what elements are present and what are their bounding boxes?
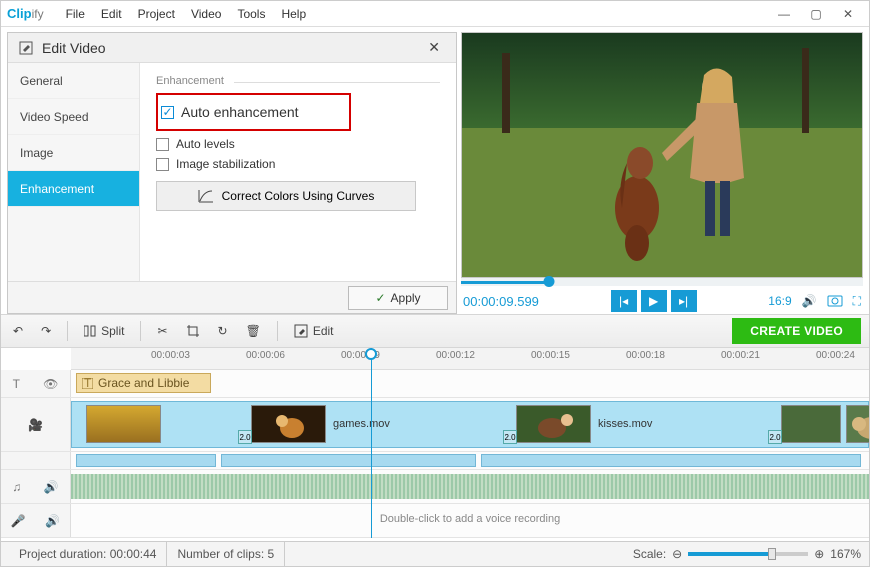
panel-close[interactable]: ✕ — [422, 37, 446, 58]
timeline-toolbar: ↶ ↷ Split ✂ ↻ 🗑 Edit CREATE VIDEO — [1, 314, 869, 348]
auto-enhancement-checkbox[interactable]: ✓ Auto enhancement — [161, 104, 299, 120]
window-maximize[interactable]: ▢ — [801, 4, 831, 24]
title-track: T 👁 T Grace and Libbie — [1, 370, 869, 398]
highlight-box: ✓ Auto enhancement — [156, 93, 351, 131]
menu-tools[interactable]: Tools — [229, 3, 273, 25]
aspect-ratio[interactable]: 16:9 — [768, 294, 791, 308]
clip-thumb[interactable] — [86, 405, 161, 443]
transition-segment[interactable] — [481, 454, 861, 467]
menu-video[interactable]: Video — [183, 3, 229, 25]
split-button[interactable]: Split — [80, 321, 128, 341]
rotate-button[interactable]: ↻ — [214, 321, 232, 341]
preview-seek-bar[interactable] — [461, 278, 863, 286]
correct-colors-button[interactable]: Correct Colors Using Curves — [156, 181, 416, 211]
voice-hint[interactable]: Double-click to add a voice recording — [71, 513, 869, 525]
enhancement-form: Enhancement ✓ Auto enhancement Auto leve… — [140, 63, 456, 281]
next-button[interactable]: ▸| — [671, 290, 697, 312]
snapshot-icon[interactable] — [827, 293, 843, 310]
menu-help[interactable]: Help — [273, 3, 314, 25]
timecode: 00:00:09.599 — [463, 294, 539, 309]
preview-pane: 00:00:09.599 |◂ ▶ ▸| 16:9 🔊 ⛶ — [461, 32, 863, 314]
video-track: 🎥 2.0 games.mov 2.0 kisses.mov 2.0 — [1, 398, 869, 452]
tab-video-speed[interactable]: Video Speed — [8, 99, 139, 135]
status-bar: Project duration: 00:00:44 Number of cli… — [1, 541, 869, 566]
menu-project[interactable]: Project — [130, 3, 183, 25]
tab-enhancement[interactable]: Enhancement — [8, 171, 139, 207]
visibility-icon[interactable]: 👁 — [43, 377, 58, 391]
clip-label: games.mov — [333, 418, 390, 430]
preview-video[interactable] — [461, 32, 863, 278]
playhead[interactable] — [371, 348, 372, 538]
time-ruler[interactable]: 00:00:03 00:00:06 00:00:09 00:00:12 00:0… — [71, 348, 869, 370]
zoom-out-button[interactable]: ⊖ — [672, 547, 682, 561]
cut-button[interactable]: ✂ — [153, 321, 171, 341]
tab-image[interactable]: Image — [8, 135, 139, 171]
zoom-value: 167% — [830, 547, 861, 561]
text-track-icon: T — [13, 377, 20, 391]
volume-icon[interactable]: 🔊 — [802, 294, 817, 308]
section-label: Enhancement — [156, 75, 440, 87]
app-logo: Clipify — [7, 6, 44, 21]
svg-text:T: T — [84, 378, 92, 389]
crop-button[interactable] — [182, 321, 204, 341]
video-strip[interactable] — [71, 401, 869, 448]
curves-icon — [198, 189, 214, 203]
delete-button[interactable]: 🗑 — [242, 321, 265, 341]
window-close[interactable]: ✕ — [833, 4, 863, 24]
clip-thumb[interactable]: 2.0 — [251, 405, 326, 443]
audio-waveform[interactable] — [71, 474, 869, 499]
mute-icon[interactable]: 🔊 — [44, 480, 59, 494]
zoom-slider[interactable] — [688, 552, 808, 556]
clip-label: kisses.mov — [598, 418, 652, 430]
title-icon: T — [82, 378, 93, 389]
voice-track: 🎤 🔊 Double-click to add a voice recording — [1, 504, 869, 538]
edit-video-panel: Edit Video ✕ General Video Speed Image E… — [7, 32, 457, 314]
menu-file[interactable]: File — [58, 3, 93, 25]
edit-panel-icon — [18, 40, 34, 56]
auto-levels-checkbox[interactable]: Auto levels — [156, 137, 440, 151]
zoom-in-button[interactable]: ⊕ — [814, 547, 824, 561]
transition-track — [1, 452, 869, 470]
project-duration: Project duration: 00:00:44 — [9, 542, 167, 566]
menu-edit[interactable]: Edit — [93, 3, 130, 25]
tab-general[interactable]: General — [8, 63, 139, 99]
title-clip[interactable]: T Grace and Libbie — [76, 373, 211, 393]
audio-track: ♫🔊 — [1, 470, 869, 504]
music-track-icon: ♫ — [12, 480, 21, 494]
menu-bar: Clipify File Edit Project Video Tools He… — [1, 1, 869, 27]
transition-segment[interactable] — [221, 454, 476, 467]
play-button[interactable]: ▶ — [641, 290, 667, 312]
edit-button[interactable]: Edit — [290, 321, 338, 341]
create-video-button[interactable]: CREATE VIDEO — [732, 318, 861, 344]
image-stabilization-checkbox[interactable]: Image stabilization — [156, 157, 440, 171]
transition-segment[interactable] — [76, 454, 216, 467]
timeline: 00:00:03 00:00:06 00:00:09 00:00:12 00:0… — [1, 348, 869, 538]
undo-button[interactable]: ↶ — [9, 321, 27, 341]
window-minimize[interactable]: ― — [769, 4, 799, 24]
panel-tabs: General Video Speed Image Enhancement — [8, 63, 140, 281]
mic-track-icon: 🎤 — [11, 514, 26, 528]
clip-thumb[interactable]: 2.0 — [781, 405, 841, 443]
fullscreen-icon[interactable]: ⛶ — [853, 294, 861, 309]
redo-button[interactable]: ↷ — [37, 321, 55, 341]
apply-button[interactable]: ✓Apply — [348, 286, 448, 310]
prev-button[interactable]: |◂ — [611, 290, 637, 312]
mute-icon[interactable]: 🔊 — [45, 514, 60, 528]
video-track-icon: 🎥 — [28, 418, 43, 432]
panel-title: Edit Video — [42, 40, 106, 56]
clip-thumb[interactable] — [846, 405, 869, 443]
clip-count: Number of clips: 5 — [167, 542, 285, 566]
clip-thumb[interactable]: 2.0 — [516, 405, 591, 443]
scale-label: Scale: — [633, 547, 666, 561]
